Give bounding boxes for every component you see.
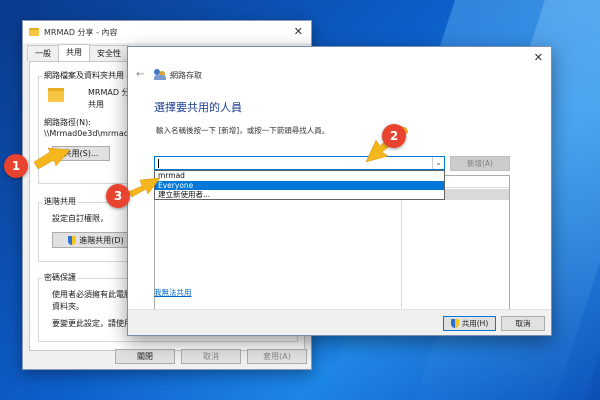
tab-general[interactable]: 一般 xyxy=(27,45,59,61)
password-protection-label: 密碼保護 xyxy=(42,272,78,283)
share-name: MRMAD 分 xyxy=(88,88,130,97)
dialog-instruction: 輸入名稱後按一下 [新增]，或按一下箭頭尋找人員。 xyxy=(156,126,330,135)
dialog-title: 網路存取 xyxy=(170,71,202,80)
step-badge-3: 3 xyxy=(106,184,130,208)
cancel-button[interactable]: 取消 xyxy=(181,349,241,364)
add-button[interactable]: 新增(A) xyxy=(450,156,510,171)
close-icon[interactable]: ✕ xyxy=(294,25,303,38)
password-desc: 資料夾。 xyxy=(52,302,84,311)
apply-button[interactable]: 套用(A) xyxy=(247,349,307,364)
shield-icon xyxy=(68,235,77,245)
close-icon[interactable]: ✕ xyxy=(534,51,543,64)
share-status: 共用 xyxy=(88,100,104,109)
user-dropdown-list: mrmad Everyone 建立新使用者... xyxy=(154,170,445,200)
password-desc: 要變更此設定，請使用 xyxy=(52,319,132,328)
chevron-down-icon[interactable]: ⌄ xyxy=(432,157,444,169)
dialog-footer: 共用(H) 取消 xyxy=(128,309,551,335)
share-button[interactable]: 共用(H) xyxy=(443,316,496,331)
people-icon xyxy=(154,69,166,80)
cant-share-link[interactable]: 我無法共用 xyxy=(154,287,192,298)
share-button-label: 共用(H) xyxy=(461,319,489,328)
back-arrow-icon[interactable]: ← xyxy=(136,69,144,80)
network-access-dialog: ✕ ← 網路存取 選擇要共用的人員 輸入名稱後按一下 [新增]，或按一下箭頭尋找… xyxy=(127,46,552,336)
properties-title: MRMAD 分享 - 內容 xyxy=(44,27,118,37)
close-button[interactable]: 關閉 xyxy=(115,349,175,364)
advanced-sharing-button-label: 進階共用(D) xyxy=(79,235,124,245)
folder-icon xyxy=(48,88,64,102)
dropdown-option-mrmad[interactable]: mrmad xyxy=(155,171,444,181)
annotation-arrow-1 xyxy=(33,147,71,170)
dialog-heading: 選擇要共用的人員 xyxy=(154,101,242,114)
annotation-arrow-3 xyxy=(127,177,161,198)
password-desc: 使用者必須擁有此電腦 xyxy=(52,290,132,299)
cancel-button[interactable]: 取消 xyxy=(501,316,545,331)
network-path-value: \\Mrmad0e3d\mrmad xyxy=(44,129,129,138)
tab-sharing[interactable]: 共用 xyxy=(58,44,90,61)
folder-icon xyxy=(29,28,39,36)
dropdown-option-everyone[interactable]: Everyone xyxy=(155,180,444,190)
dropdown-option-create-user[interactable]: 建立新使用者... xyxy=(155,190,444,200)
properties-titlebar: MRMAD 分享 - 內容 ✕ xyxy=(23,21,311,43)
step-badge-1: 1 xyxy=(4,154,28,178)
advanced-sharing-label: 進階共用 xyxy=(42,196,78,207)
network-share-label: 網路檔案及資料夾共用 xyxy=(42,70,126,81)
shield-icon xyxy=(450,319,459,328)
tab-security[interactable]: 安全性 xyxy=(89,45,129,61)
advanced-sharing-desc: 設定自訂權限， xyxy=(52,214,108,223)
step-badge-2: 2 xyxy=(382,124,406,148)
text-caret xyxy=(158,159,159,168)
network-path-label: 網路路徑(N): xyxy=(44,118,91,127)
